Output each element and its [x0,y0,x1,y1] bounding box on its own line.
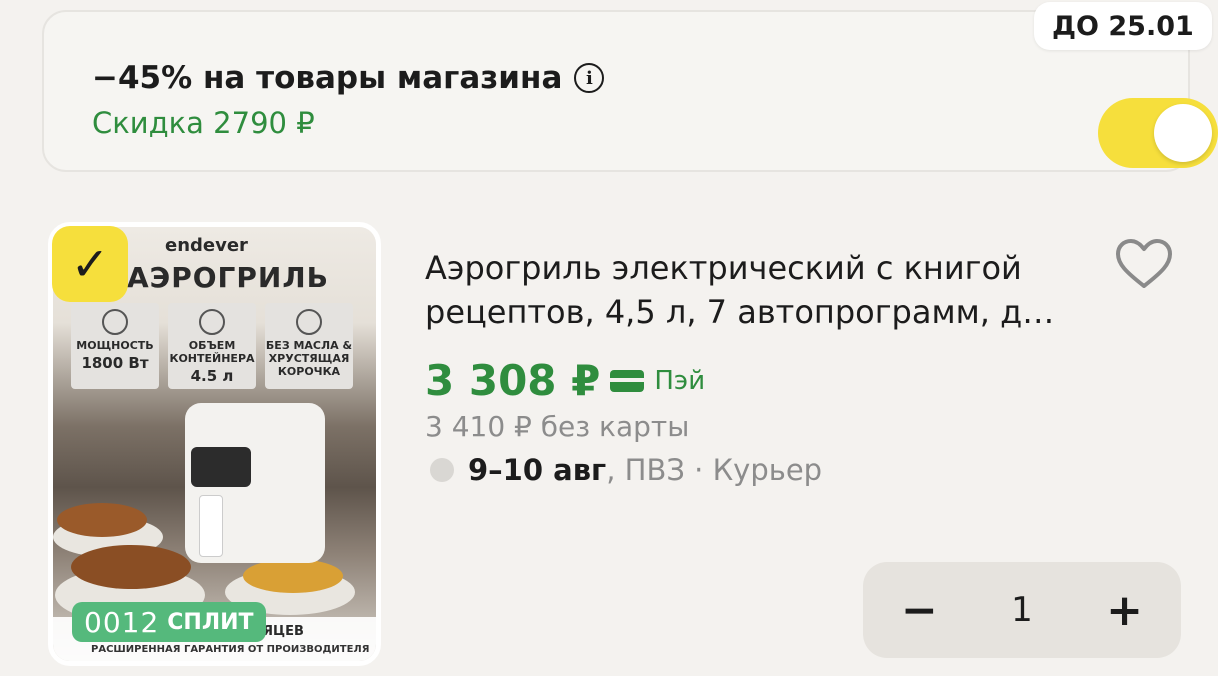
delivery-methods: , ПВЗ · Курьер [606,453,823,487]
spec-label: МОЩНОСТЬ [76,339,154,352]
price-row: 3 308 ₽ Пэй [425,356,705,405]
card-icon [610,369,645,392]
image-brand-logo: endever [165,235,248,256]
split-label: СПЛИТ [167,609,254,635]
image-heading: АЭРОГРИЛЬ [127,261,329,294]
promo-title: −45% на товары магазина i [92,60,605,96]
checkmark-icon: ✓ [70,237,110,291]
air-fryer [185,403,325,563]
spec-label: ОБЪЕМ КОНТЕЙНЕРА [169,339,255,365]
spec-value: 1800 Вт [81,354,149,372]
split-number: 0012 [84,605,160,639]
quantity-value: 1 [1011,590,1033,630]
image-bottom-text: ЯЦЕВ [263,624,304,639]
container-icon [199,309,225,335]
quantity-stepper: − 1 + [863,562,1181,658]
food-wings [57,503,147,537]
toggle-knob [1154,104,1212,162]
promo-toggle[interactable] [1098,98,1218,168]
fryer-panel [191,447,251,487]
image-spec-power: МОЩНОСТЬ 1800 Вт [71,303,159,389]
decrease-button[interactable]: − [901,585,938,636]
select-checkbox[interactable]: ✓ [52,226,128,302]
image-warranty-text: РАСШИРЕННАЯ ГАРАНТИЯ ОТ ПРОИЗВОДИТЕЛЯ [91,644,370,655]
no-oil-icon [296,309,322,335]
image-spec-volume: ОБЪЕМ КОНТЕЙНЕРА 4.5 л [168,303,256,389]
promo-discount: Скидка 2790 ₽ [92,106,315,140]
delivery-info: 9–10 авг, ПВЗ · Курьер [430,453,822,487]
promo-title-text: −45% на товары магазина [92,60,563,96]
increase-button[interactable]: + [1106,585,1143,636]
fryer-handle [199,495,223,557]
product-title[interactable]: Аэрогриль электрический с книгой рецепто… [425,246,1105,334]
info-icon[interactable]: i [574,63,605,93]
food-wings [71,545,191,589]
delivery-dot-icon [430,458,454,482]
deadline-badge: ДО 25.01 [1034,2,1212,50]
spec-value: 4.5 л [190,367,234,385]
promo-card: −45% на товары магазина i Скидка 2790 ₽ [42,10,1218,172]
price-without-card: 3 410 ₽ без карты [425,410,690,443]
plug-icon [102,309,128,335]
image-spec-oil-free: БЕЗ МАСЛА & ХРУСТЯЩАЯ КОРОЧКА [265,303,353,389]
pay-label: Пэй [654,365,706,396]
food-fries [243,559,343,593]
heart-icon[interactable] [1112,236,1176,292]
price-main: 3 308 ₽ [425,356,601,405]
spec-label: БЕЗ МАСЛА & ХРУСТЯЩАЯ КОРОЧКА [265,339,353,378]
split-badge: 0012 СПЛИТ [72,602,266,642]
delivery-date: 9–10 авг [468,453,607,487]
